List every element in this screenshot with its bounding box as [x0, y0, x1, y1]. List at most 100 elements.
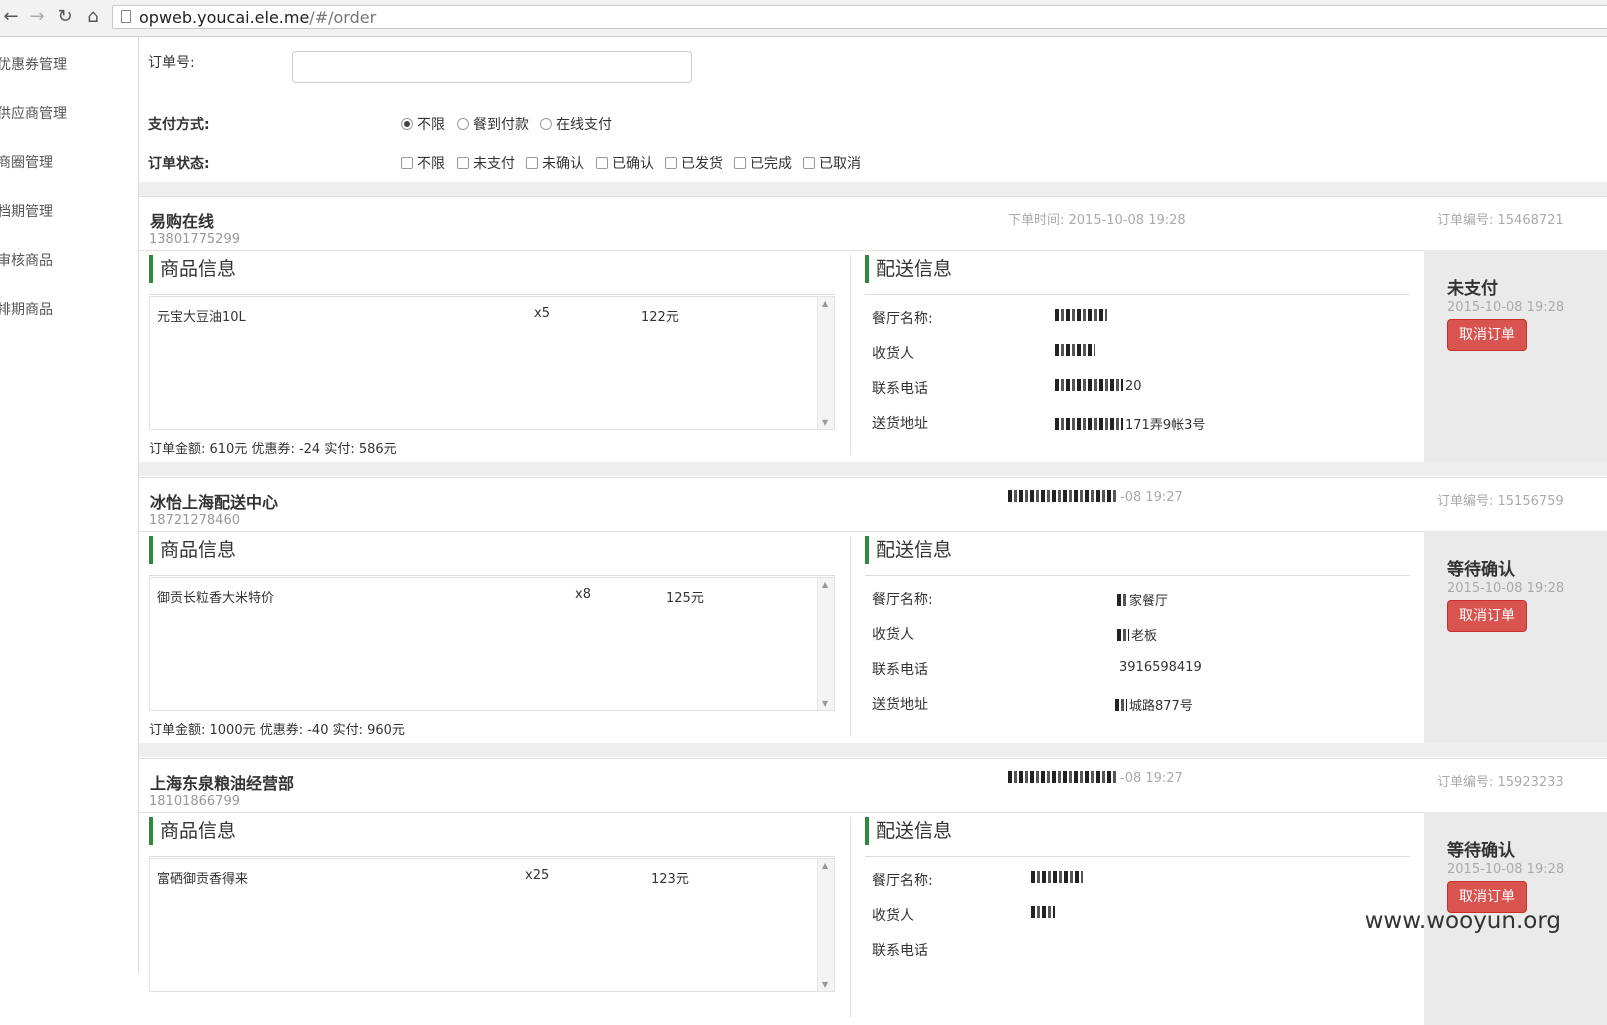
home-icon[interactable]: ⌂: [82, 5, 104, 29]
delivery-section: 配送信息 餐厅名称: 收货人 联系电话: [865, 817, 1410, 1017]
status-option-unconfirmed[interactable]: 未确认: [526, 153, 584, 173]
checkbox-icon[interactable]: [665, 157, 677, 169]
payment-option-cod[interactable]: 餐到付款: [457, 114, 529, 134]
payment-option-any[interactable]: 不限: [401, 114, 445, 134]
card-gap: [139, 462, 1607, 476]
order-number: 订单编号: 15923233: [1437, 775, 1564, 790]
goods-scrollbar[interactable]: ▲ ▼: [817, 578, 834, 710]
sidebar-item-supplier[interactable]: 供应商管理: [0, 103, 67, 123]
scroll-down-icon[interactable]: ▼: [822, 699, 828, 708]
card-gap: [139, 743, 1607, 757]
section-separator: [850, 536, 851, 736]
goods-item-price: 123元: [651, 872, 689, 887]
redacted-mask: [1055, 418, 1123, 430]
radio-icon[interactable]: [457, 118, 469, 130]
goods-title: 商品信息: [149, 536, 236, 564]
browser-toolbar: ← → ↻ ⌂ opweb.youcai.ele.me/#/order: [0, 0, 1607, 37]
delivery-title: 配送信息: [865, 817, 952, 845]
delivery-section: 配送信息 餐厅名称: 收货人 联系电话 20 送货地址 171弄9帐3号: [865, 255, 1410, 455]
checkbox-icon[interactable]: [734, 157, 746, 169]
goods-item-name: 御贡长粒香大米特价: [157, 591, 275, 606]
redacted-mask: [1117, 594, 1127, 606]
sidebar-item-business-circle[interactable]: 商圈管理: [0, 152, 53, 172]
status-option-completed[interactable]: 已完成: [734, 153, 792, 173]
back-icon[interactable]: ←: [0, 5, 22, 29]
checkbox-icon[interactable]: [803, 157, 815, 169]
redacted-mask: [1031, 906, 1055, 918]
address-value: 城路877号: [1115, 695, 1193, 714]
checkbox-icon[interactable]: [457, 157, 469, 169]
delivery-title: 配送信息: [865, 255, 952, 283]
receiver-label: 收货人: [872, 908, 914, 924]
goods-title-underline: [149, 856, 835, 857]
goods-scrollbar[interactable]: ▲ ▼: [817, 859, 834, 991]
order-card: 上海东泉粮油经营部 18101866799 -08 19:27 订单编号: 15…: [139, 758, 1607, 1025]
order-no-input[interactable]: [292, 51, 692, 83]
cancel-order-button[interactable]: 取消订单: [1447, 600, 1527, 632]
goods-item-price: 125元: [666, 591, 704, 606]
page-icon: [121, 10, 131, 23]
order-status: 等待确认: [1447, 841, 1515, 861]
checkbox-icon[interactable]: [401, 157, 413, 169]
sidebar-item-review-goods[interactable]: 审核商品: [0, 250, 53, 270]
forward-icon[interactable]: →: [26, 5, 48, 29]
status-option-cancelled[interactable]: 已取消: [803, 153, 861, 173]
shop-phone: 18721278460: [149, 513, 240, 528]
radio-icon[interactable]: [540, 118, 552, 130]
scroll-down-icon[interactable]: ▼: [822, 418, 828, 427]
order-summary: 订单金额: 610元 优惠券: -24 实付: 586元: [149, 442, 397, 457]
order-card: 冰怡上海配送中心 18721278460 -08 19:27 订单编号: 151…: [139, 477, 1607, 744]
checkbox-icon[interactable]: [596, 157, 608, 169]
status-time: 2015-10-08 19:28: [1447, 300, 1565, 315]
goods-list[interactable]: 元宝大豆油10L x5 122元 ▲ ▼: [149, 296, 835, 430]
redacted-mask: [1008, 771, 1118, 783]
section-separator: [850, 255, 851, 455]
order-card: 易购在线 13801775299 下单时间: 2015-10-08 19:28 …: [139, 196, 1607, 463]
radio-selected-icon[interactable]: [401, 118, 413, 130]
delivery-title-underline: [865, 294, 1410, 295]
status-option-shipped[interactable]: 已发货: [665, 153, 723, 173]
status-option-unpaid[interactable]: 未支付: [457, 153, 515, 173]
goods-item-qty: x5: [534, 306, 550, 321]
sidebar-item-scheduled-goods[interactable]: 排期商品: [0, 299, 53, 319]
address-bar[interactable]: opweb.youcai.ele.me/#/order: [112, 5, 1607, 29]
order-time: -08 19:27: [1008, 771, 1183, 786]
goods-item-qty: x25: [525, 868, 550, 883]
checkbox-icon[interactable]: [526, 157, 538, 169]
goods-item-price: 122元: [641, 310, 679, 325]
order-status: 等待确认: [1447, 560, 1515, 580]
redacted-mask: [1117, 629, 1129, 641]
sidebar-item-schedule[interactable]: 档期管理: [0, 201, 53, 221]
receiver-label: 收货人: [872, 346, 914, 362]
payment-option-online[interactable]: 在线支付: [540, 114, 612, 134]
order-summary: 订单金额: 1000元 优惠券: -40 实付: 960元: [149, 723, 405, 738]
scroll-up-icon[interactable]: ▲: [822, 299, 828, 308]
goods-section: 商品信息 御贡长粒香大米特价 x8 125元 ▲ ▼ 订单金额: 1000元 优…: [149, 536, 835, 738]
goods-item-qty: x8: [575, 587, 591, 602]
shop-name: 易购在线: [150, 212, 215, 231]
scroll-down-icon[interactable]: ▼: [822, 980, 828, 989]
address-label: 送货地址: [872, 697, 928, 713]
contact-label: 联系电话: [872, 662, 928, 678]
sidebar-item-coupon[interactable]: 优惠券管理: [0, 54, 67, 74]
shop-phone: 18101866799: [149, 794, 240, 809]
scroll-up-icon[interactable]: ▲: [822, 580, 828, 589]
reload-icon[interactable]: ↻: [54, 5, 76, 29]
goods-scrollbar[interactable]: ▲ ▼: [817, 297, 834, 429]
goods-title-underline: [149, 575, 835, 576]
status-option-confirmed[interactable]: 已确认: [596, 153, 654, 173]
order-time: 下单时间: 2015-10-08 19:28: [1008, 213, 1186, 228]
restaurant-value: 家餐厅: [1117, 590, 1168, 609]
scroll-up-icon[interactable]: ▲: [822, 861, 828, 870]
goods-list[interactable]: 御贡长粒香大米特价 x8 125元 ▲ ▼: [149, 577, 835, 711]
delivery-section: 配送信息 餐厅名称: 家餐厅 收货人 老板 联系电话 3916598419 送货…: [865, 536, 1410, 736]
delivery-title-underline: [865, 856, 1410, 857]
contact-value: 20: [1055, 379, 1142, 394]
redacted-mask: [1031, 871, 1083, 883]
status-option-any[interactable]: 不限: [401, 153, 445, 173]
goods-title-underline: [149, 294, 835, 295]
status-time: 2015-10-08 19:28: [1447, 581, 1565, 596]
shop-phone: 13801775299: [149, 232, 240, 247]
goods-section: 商品信息 富硒御贡香得来 x25 123元 ▲ ▼: [149, 817, 835, 1017]
cancel-order-button[interactable]: 取消订单: [1447, 319, 1527, 351]
